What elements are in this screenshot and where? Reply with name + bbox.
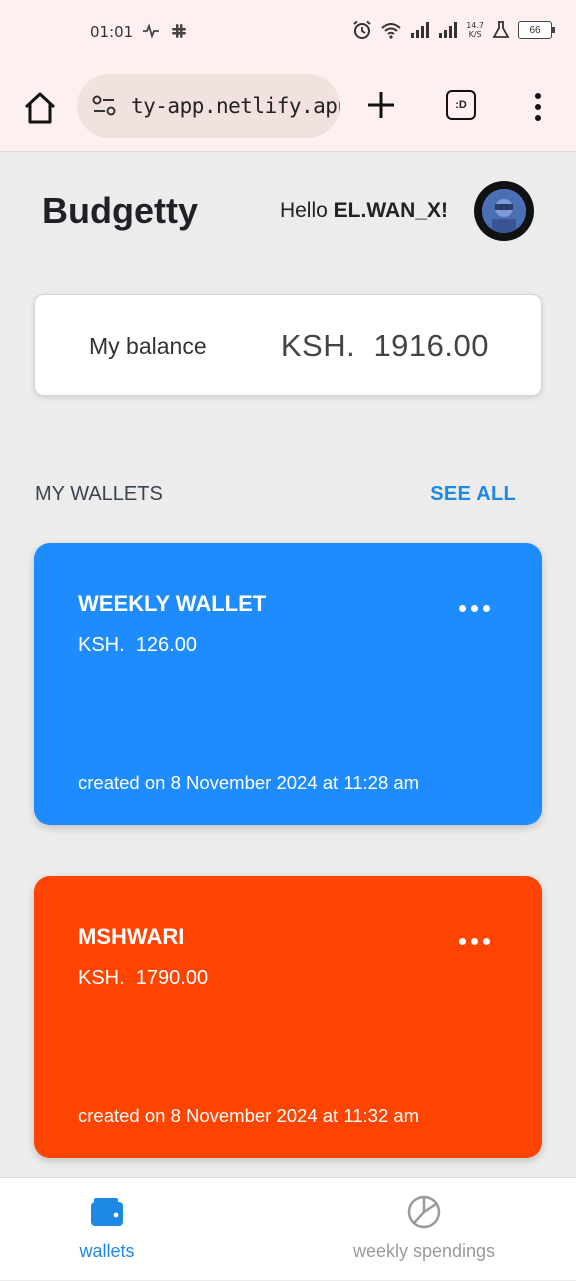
more-horizontal-icon[interactable] [459, 605, 490, 612]
wallet-icon [91, 1198, 123, 1226]
app-title: Budgetty [42, 190, 198, 231]
status-bar: 01:01 14.7 K/S 66 [0, 0, 576, 64]
site-settings-icon[interactable] [91, 93, 117, 119]
alarm-icon [353, 20, 371, 39]
nav-item-weekly-spendings[interactable]: weekly spendings [288, 1178, 560, 1281]
balance-card: My balance KSH. 1916.00 [34, 294, 542, 396]
username: EL.WAN_X! [333, 199, 448, 222]
browser-toolbar: ty-app.netlify.app :D [0, 64, 576, 152]
more-horizontal-icon[interactable] [459, 938, 490, 945]
balance-label: My balance [89, 333, 207, 359]
avatar-image [482, 189, 526, 233]
plus-icon[interactable] [364, 88, 398, 122]
wallet-created-date: created on 8 November 2024 at 11:28 am [78, 772, 420, 793]
wallet-amount: KSH. 1790.00 [78, 967, 209, 989]
wallet-card[interactable]: WEEKLY WALLET KSH. 126.00 created on 8 N… [34, 543, 542, 825]
signal-icon [411, 22, 430, 38]
nav-label: wallets [79, 1241, 135, 1261]
wallet-card[interactable]: MSHWARI KSH. 1790.00 created on 8 Novemb… [34, 876, 542, 1158]
flask-icon [492, 21, 510, 38]
nav-label: weekly spendings [352, 1241, 496, 1261]
address-bar[interactable]: ty-app.netlify.app [77, 74, 340, 138]
balance-value: KSH. 1916.00 [280, 328, 489, 363]
more-vertical-icon[interactable] [528, 90, 548, 124]
battery-indicator: 66 [518, 21, 555, 39]
slack-icon [172, 24, 186, 38]
bottom-navigation: wallets weekly spendings [0, 1177, 576, 1280]
signal-icon [439, 22, 458, 38]
network-speed: 14.7 K/S [466, 21, 484, 39]
activity-icon [143, 23, 159, 39]
greeting: Hello EL.WAN_X! [279, 199, 448, 222]
wallet-created-date: created on 8 November 2024 at 11:32 am [78, 1105, 420, 1126]
see-all-link[interactable]: SEE ALL [430, 483, 516, 506]
nav-item-wallets[interactable]: wallets [0, 1178, 214, 1281]
wifi-icon [381, 23, 401, 39]
pie-chart-icon [407, 1195, 441, 1229]
wallet-name: WEEKLY WALLET [78, 591, 267, 616]
avatar[interactable] [474, 181, 534, 241]
home-icon[interactable] [20, 88, 60, 128]
wallet-amount: KSH. 126.00 [78, 634, 197, 656]
app-header: Budgetty Hello EL.WAN_X! [0, 152, 576, 272]
tab-switcher-button[interactable]: :D [446, 90, 476, 120]
wallets-heading: MY WALLETS [35, 483, 163, 505]
status-time: 01:01 [90, 23, 134, 41]
wallet-name: MSHWARI [78, 924, 185, 949]
url-text[interactable]: ty-app.netlify.app [131, 94, 340, 118]
